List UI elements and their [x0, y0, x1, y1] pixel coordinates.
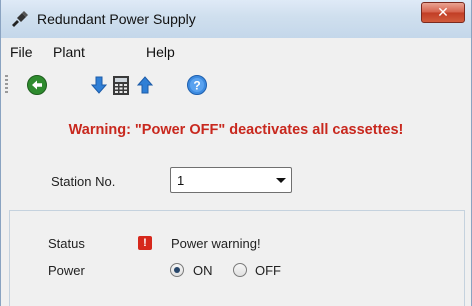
power-on-radio[interactable]: [170, 263, 184, 277]
toolbar-grip[interactable]: [5, 75, 8, 95]
download-icon[interactable]: [88, 74, 110, 96]
help-icon[interactable]: ?: [186, 74, 208, 96]
menu-bar: File Plant Help: [1, 38, 471, 64]
power-label: Power: [48, 263, 85, 278]
upload-icon[interactable]: [134, 74, 156, 96]
calculator-icon[interactable]: [110, 74, 132, 96]
warning-message: Warning: "Power OFF" deactivates all cas…: [68, 122, 404, 138]
chevron-down-icon: [276, 178, 286, 183]
app-window: Redundant Power Supply ✕ File Plant Help: [0, 0, 472, 306]
menu-file[interactable]: File: [10, 44, 33, 60]
app-icon: [12, 11, 28, 27]
svg-text:?: ?: [193, 79, 200, 93]
power-off-label[interactable]: OFF: [255, 263, 281, 278]
error-icon: !: [138, 236, 152, 250]
power-on-label[interactable]: ON: [193, 263, 213, 278]
status-label: Status: [48, 236, 85, 251]
close-button[interactable]: ✕: [421, 2, 465, 23]
power-off-radio[interactable]: [233, 263, 247, 277]
status-text: Power warning!: [171, 236, 261, 251]
status-panel: [9, 210, 465, 306]
menu-help[interactable]: Help: [146, 44, 175, 60]
menu-plant[interactable]: Plant: [53, 44, 85, 60]
title-bar[interactable]: Redundant Power Supply ✕: [1, 0, 471, 38]
back-icon[interactable]: [26, 74, 48, 96]
station-select-value: 1: [177, 173, 185, 188]
station-select[interactable]: 1: [170, 167, 292, 193]
window-title: Redundant Power Supply: [37, 11, 196, 27]
station-label: Station No.: [51, 174, 116, 189]
toolbar: ?: [1, 64, 471, 112]
